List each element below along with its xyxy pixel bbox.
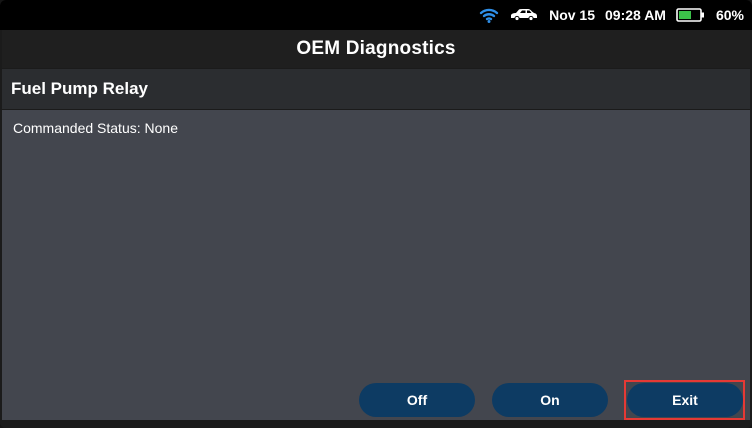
section-title: Fuel Pump Relay bbox=[11, 79, 148, 98]
battery-percent: 60% bbox=[715, 7, 744, 23]
content-panel: Commanded Status: None bbox=[2, 110, 750, 420]
commanded-status-text: Commanded Status: None bbox=[13, 120, 178, 136]
page-title: OEM Diagnostics bbox=[296, 38, 456, 59]
car-icon bbox=[509, 7, 539, 23]
status-date: Nov 15 bbox=[549, 7, 596, 23]
status-time: 09:28 AM bbox=[605, 7, 666, 23]
exit-button[interactable]: Exit bbox=[627, 383, 743, 417]
section-header: Fuel Pump Relay bbox=[2, 69, 750, 109]
on-button[interactable]: On bbox=[492, 383, 608, 417]
status-bar: Nov 15 09:28 AM 60% bbox=[0, 0, 752, 30]
device-screen: Nov 15 09:28 AM 60% OEM Diagnostics Fuel… bbox=[0, 0, 752, 428]
battery-icon bbox=[676, 7, 706, 23]
bottom-bezel bbox=[0, 420, 752, 428]
title-bar: OEM Diagnostics bbox=[2, 30, 750, 68]
off-button[interactable]: Off bbox=[359, 383, 475, 417]
wifi-icon bbox=[479, 7, 499, 23]
